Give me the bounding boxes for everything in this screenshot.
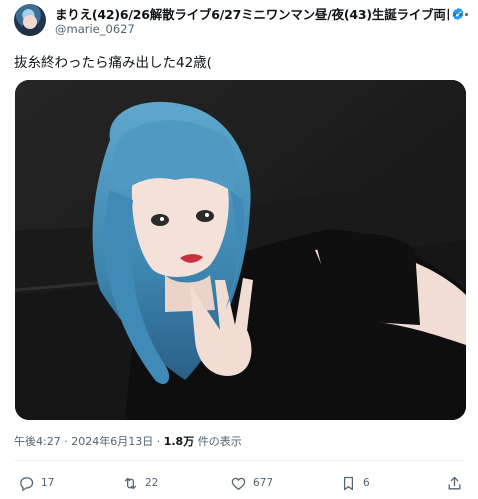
meta-separator: · [64, 435, 68, 448]
bookmark-icon [343, 476, 354, 490]
like-button[interactable]: 677 [230, 472, 273, 494]
meta-separator-2: · [156, 435, 161, 448]
tweet-photo[interactable] [15, 80, 466, 420]
display-name[interactable]: まりえ(42)6/26解散ライブ6/27ミニワンマン昼/夜(43)生誕ライブ両日 [55, 4, 449, 23]
reply-icon [20, 476, 34, 491]
user-handle[interactable]: @marie_0627 [55, 22, 135, 36]
views-label: 件の表示 [197, 435, 242, 448]
share-icon [448, 476, 461, 489]
selfie-image [15, 80, 466, 420]
divider [14, 460, 464, 461]
like-count: 677 [253, 477, 274, 489]
tweet-date[interactable]: 2024年6月13日 [71, 435, 153, 448]
repost-button[interactable]: 22 [122, 472, 158, 494]
action-bar: 17 22 677 6 [14, 472, 466, 496]
bookmark-button[interactable]: 6 [340, 472, 370, 494]
tweet-text: 抜糸終わったら痛み出した42歳( [14, 55, 212, 71]
bookmark-count: 6 [363, 477, 370, 489]
tweet-header: まりえ(42)6/26解散ライブ6/27ミニワンマン昼/夜(43)生誕ライブ両日… [14, 4, 474, 40]
avatar[interactable] [14, 4, 46, 36]
share-button[interactable] [446, 472, 463, 494]
author-name-line[interactable]: まりえ(42)6/26解散ライブ6/27ミニワンマン昼/夜(43)生誕ライブ両日 [55, 4, 465, 23]
repost-icon [124, 477, 137, 489]
reply-count: 17 [41, 477, 55, 489]
reply-button[interactable]: 17 [18, 472, 54, 494]
more-options-icon[interactable] [450, 6, 470, 22]
like-icon [231, 477, 246, 490]
tweet-meta: 午後4:27 · 2024年6月13日 · 1.8万 件の表示 [14, 433, 242, 449]
repost-count: 22 [145, 477, 159, 489]
views-count: 1.8万 [163, 435, 195, 448]
tweet-time[interactable]: 午後4:27 [14, 435, 61, 448]
